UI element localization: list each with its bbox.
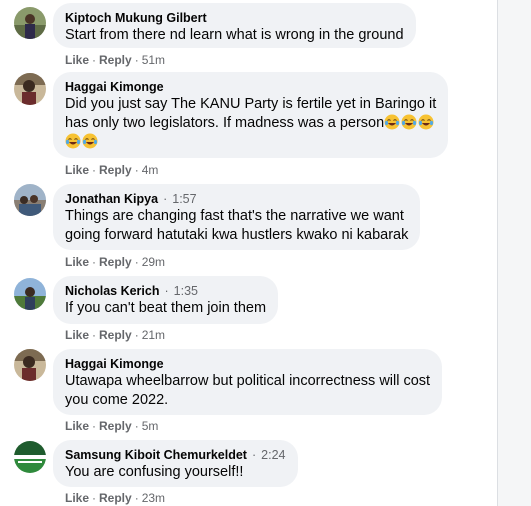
separator-dot: · [134, 255, 139, 269]
comment-text-line: going forward hatutaki kwa hustlers kwak… [65, 227, 409, 243]
comments-panel: Kiptoch Mukung Gilbert Start from there … [0, 0, 531, 506]
comment-text-line: Did you just say The KANU Party is ferti… [65, 96, 437, 112]
comment-edit-time: 1:35 [173, 284, 198, 298]
like-button[interactable]: Like [65, 163, 89, 177]
comment-author[interactable]: Jonathan Kipya [65, 192, 158, 206]
comment-actions: Like · Reply · 5m [65, 418, 158, 434]
like-button[interactable]: Like [65, 328, 89, 342]
laughing-emoji-icon [82, 133, 98, 149]
comment-bubble: Haggai Kimonge Did you just say The KANU… [53, 72, 449, 158]
reply-button[interactable]: Reply [99, 53, 132, 67]
comment-bubble: Samsung Kiboit Chemurkeldet · 2:24 You are… [53, 440, 298, 487]
comment-edit-time: 2:24 [261, 448, 286, 462]
avatar[interactable] [14, 7, 46, 39]
separator-dot: · [92, 53, 97, 67]
reply-button[interactable]: Reply [99, 255, 132, 269]
reply-button[interactable]: Reply [99, 491, 132, 505]
comment-text-line: Utawapa wheelbarrow but political incorr… [65, 373, 431, 389]
separator-dot: · [134, 53, 139, 67]
separator-dot: · [134, 328, 139, 342]
comment-text: Start from there nd learn what is wrong … [65, 27, 404, 43]
comment-age[interactable]: 5m [142, 419, 159, 433]
comment-actions: Like · Reply · 21m [65, 327, 165, 343]
scrollbar[interactable] [497, 0, 531, 506]
comment-actions: Like · Reply · 51m [65, 52, 165, 68]
laughing-emoji-icon [401, 114, 417, 130]
reply-button[interactable]: Reply [99, 419, 132, 433]
separator-dot: · [134, 419, 139, 433]
comment-age[interactable]: 29m [142, 255, 165, 269]
separator-dot: · [92, 419, 97, 433]
comment-age[interactable]: 4m [142, 163, 159, 177]
avatar[interactable] [14, 349, 46, 381]
comment-age[interactable]: 51m [142, 53, 165, 67]
separator-dot: · [163, 192, 168, 206]
reply-button[interactable]: Reply [99, 163, 132, 177]
comment-age[interactable]: 23m [142, 491, 165, 505]
separator-dot: · [92, 491, 97, 505]
laughing-emoji-icon [418, 114, 434, 130]
comment-bubble: Nicholas Kerich · 1:35 If you can't beat t… [53, 276, 279, 324]
separator-dot: · [92, 328, 97, 342]
comment-author[interactable]: Kiptoch Mukung Gilbert [65, 11, 207, 25]
like-button[interactable]: Like [65, 53, 89, 67]
comment-text-line: you come 2022. [65, 392, 169, 408]
comment-text: Utawapa wheelbarrow but political incorr… [65, 372, 430, 410]
like-button[interactable]: Like [65, 419, 89, 433]
avatar[interactable] [14, 184, 46, 216]
comment-bubble: Kiptoch Mukung Gilbert Start from there … [53, 3, 416, 48]
comment-edit-time: 1:57 [172, 192, 197, 206]
comment-text: If you can't beat them join them [65, 300, 267, 316]
comment-author[interactable]: Haggai Kimonge [65, 357, 164, 371]
comment-age[interactable]: 21m [142, 328, 165, 342]
comment-text: Things are changing fast that's the narr… [65, 207, 408, 245]
comment-author[interactable]: Haggai Kimonge [65, 80, 164, 94]
comment-bubble: Jonathan Kipya · 1:57 Things are changing … [53, 184, 421, 250]
comment-actions: Like · Reply · 23m [65, 490, 165, 506]
comment-text-line: has only two legislators. If madness was… [65, 115, 385, 131]
separator-dot: · [251, 448, 257, 462]
comment-actions: Like · Reply · 29m [65, 254, 165, 270]
like-button[interactable]: Like [65, 491, 89, 505]
comment-bubble: Haggai Kimonge Utawapa wheelbarrow but p… [53, 349, 443, 415]
comment-actions: Like · Reply · 4m [65, 162, 158, 178]
avatar[interactable] [14, 441, 46, 473]
comment-text-line: Things are changing fast that's the narr… [65, 208, 404, 224]
avatar[interactable] [14, 73, 46, 105]
comment-text: Did you just say The KANU Party is ferti… [65, 95, 436, 152]
comment-author[interactable]: Nicholas Kerich [65, 284, 159, 298]
laughing-emoji-icon [65, 133, 81, 149]
comment-author[interactable]: Samsung Kiboit Chemurkeldet [65, 448, 247, 462]
separator-dot: · [164, 284, 169, 298]
laughing-emoji-group [384, 114, 435, 131]
separator-dot: · [92, 255, 97, 269]
laughing-emoji-group [65, 133, 99, 150]
reply-button[interactable]: Reply [99, 328, 132, 342]
laughing-emoji-icon [384, 114, 400, 130]
separator-dot: · [92, 163, 97, 177]
like-button[interactable]: Like [65, 255, 89, 269]
separator-dot: · [134, 163, 139, 177]
comment-text: You are confusing yourself!! [65, 464, 244, 480]
separator-dot: · [134, 491, 139, 505]
avatar[interactable] [14, 278, 46, 310]
